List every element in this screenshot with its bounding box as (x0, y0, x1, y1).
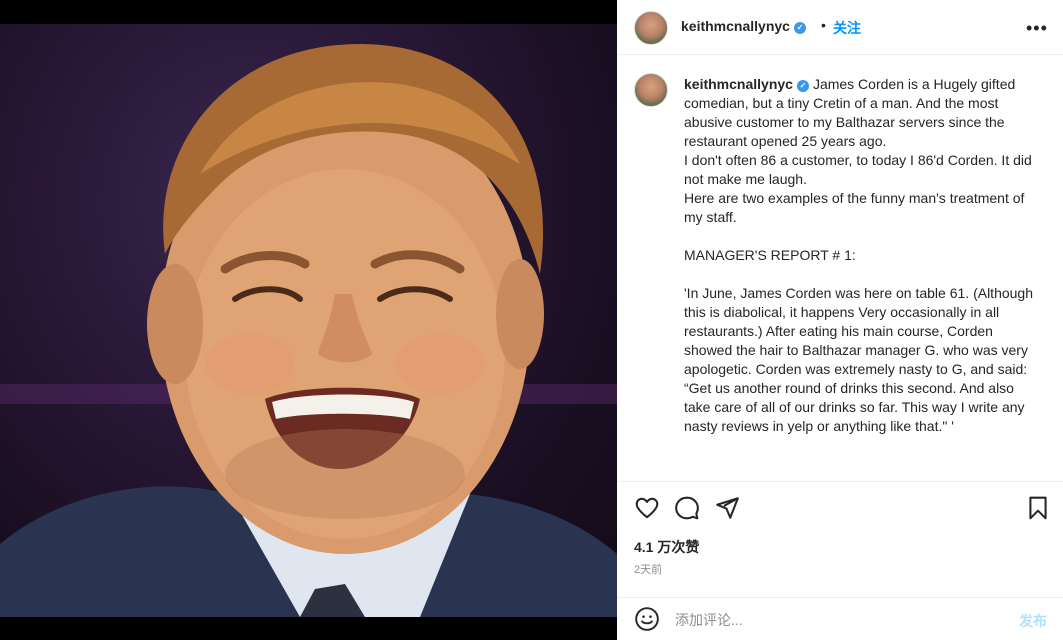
divider (617, 481, 1063, 482)
caption-line: MANAGER'S REPORT # 1: (684, 247, 856, 263)
caption-line: 'In June, James Corden was here on table… (684, 285, 1033, 377)
caption-verified-badge-icon: ✓ (796, 80, 809, 92)
post-photo[interactable] (0, 24, 617, 617)
portrait-illustration (0, 44, 617, 617)
follow-button[interactable]: 关注 (833, 18, 861, 38)
post-timestamp[interactable]: 2天前 (634, 561, 662, 577)
bookmark-icon[interactable] (1025, 495, 1051, 521)
post-caption: keithmcnallynyc ✓ James Corden is a Hugely… (684, 75, 1044, 436)
send-paper-plane-icon[interactable] (714, 495, 740, 521)
post-header: keithmcnallynyc ✓ • 关注 ••• (617, 0, 1063, 55)
verified-badge-icon: ✓ (793, 22, 806, 34)
caption-block: keithmcnallynyc ✓ James Corden is a Hugely… (617, 55, 1063, 481)
comment-bubble-icon[interactable] (674, 495, 700, 521)
separator-dot: • (821, 17, 826, 33)
caption-author-avatar[interactable] (634, 73, 668, 107)
post-media (0, 0, 617, 640)
caption-line: Here are two examples of the funny man's… (684, 190, 1025, 225)
heart-icon[interactable] (634, 495, 660, 521)
author-username-link[interactable]: keithmcnallynyc ✓ (681, 18, 806, 36)
author-avatar[interactable] (634, 11, 668, 45)
caption-username[interactable]: keithmcnallynyc (684, 76, 793, 92)
like-count[interactable]: 4.1 万次赞 (634, 537, 699, 557)
post-comment-button[interactable]: 发布 (1019, 611, 1047, 631)
comment-input[interactable] (673, 607, 1007, 633)
caption-line: I don't often 86 a customer, to today I … (684, 152, 1032, 187)
emoji-smiley-icon[interactable] (634, 606, 660, 632)
author-username[interactable]: keithmcnallynyc (681, 18, 790, 34)
divider (617, 597, 1063, 598)
more-options-icon[interactable]: ••• (1026, 18, 1048, 39)
caption-line: “Get us another round of drinks this sec… (684, 380, 1025, 434)
post-details-panel: keithmcnallynyc ✓ • 关注 ••• keithmcnallyny… (617, 0, 1063, 640)
